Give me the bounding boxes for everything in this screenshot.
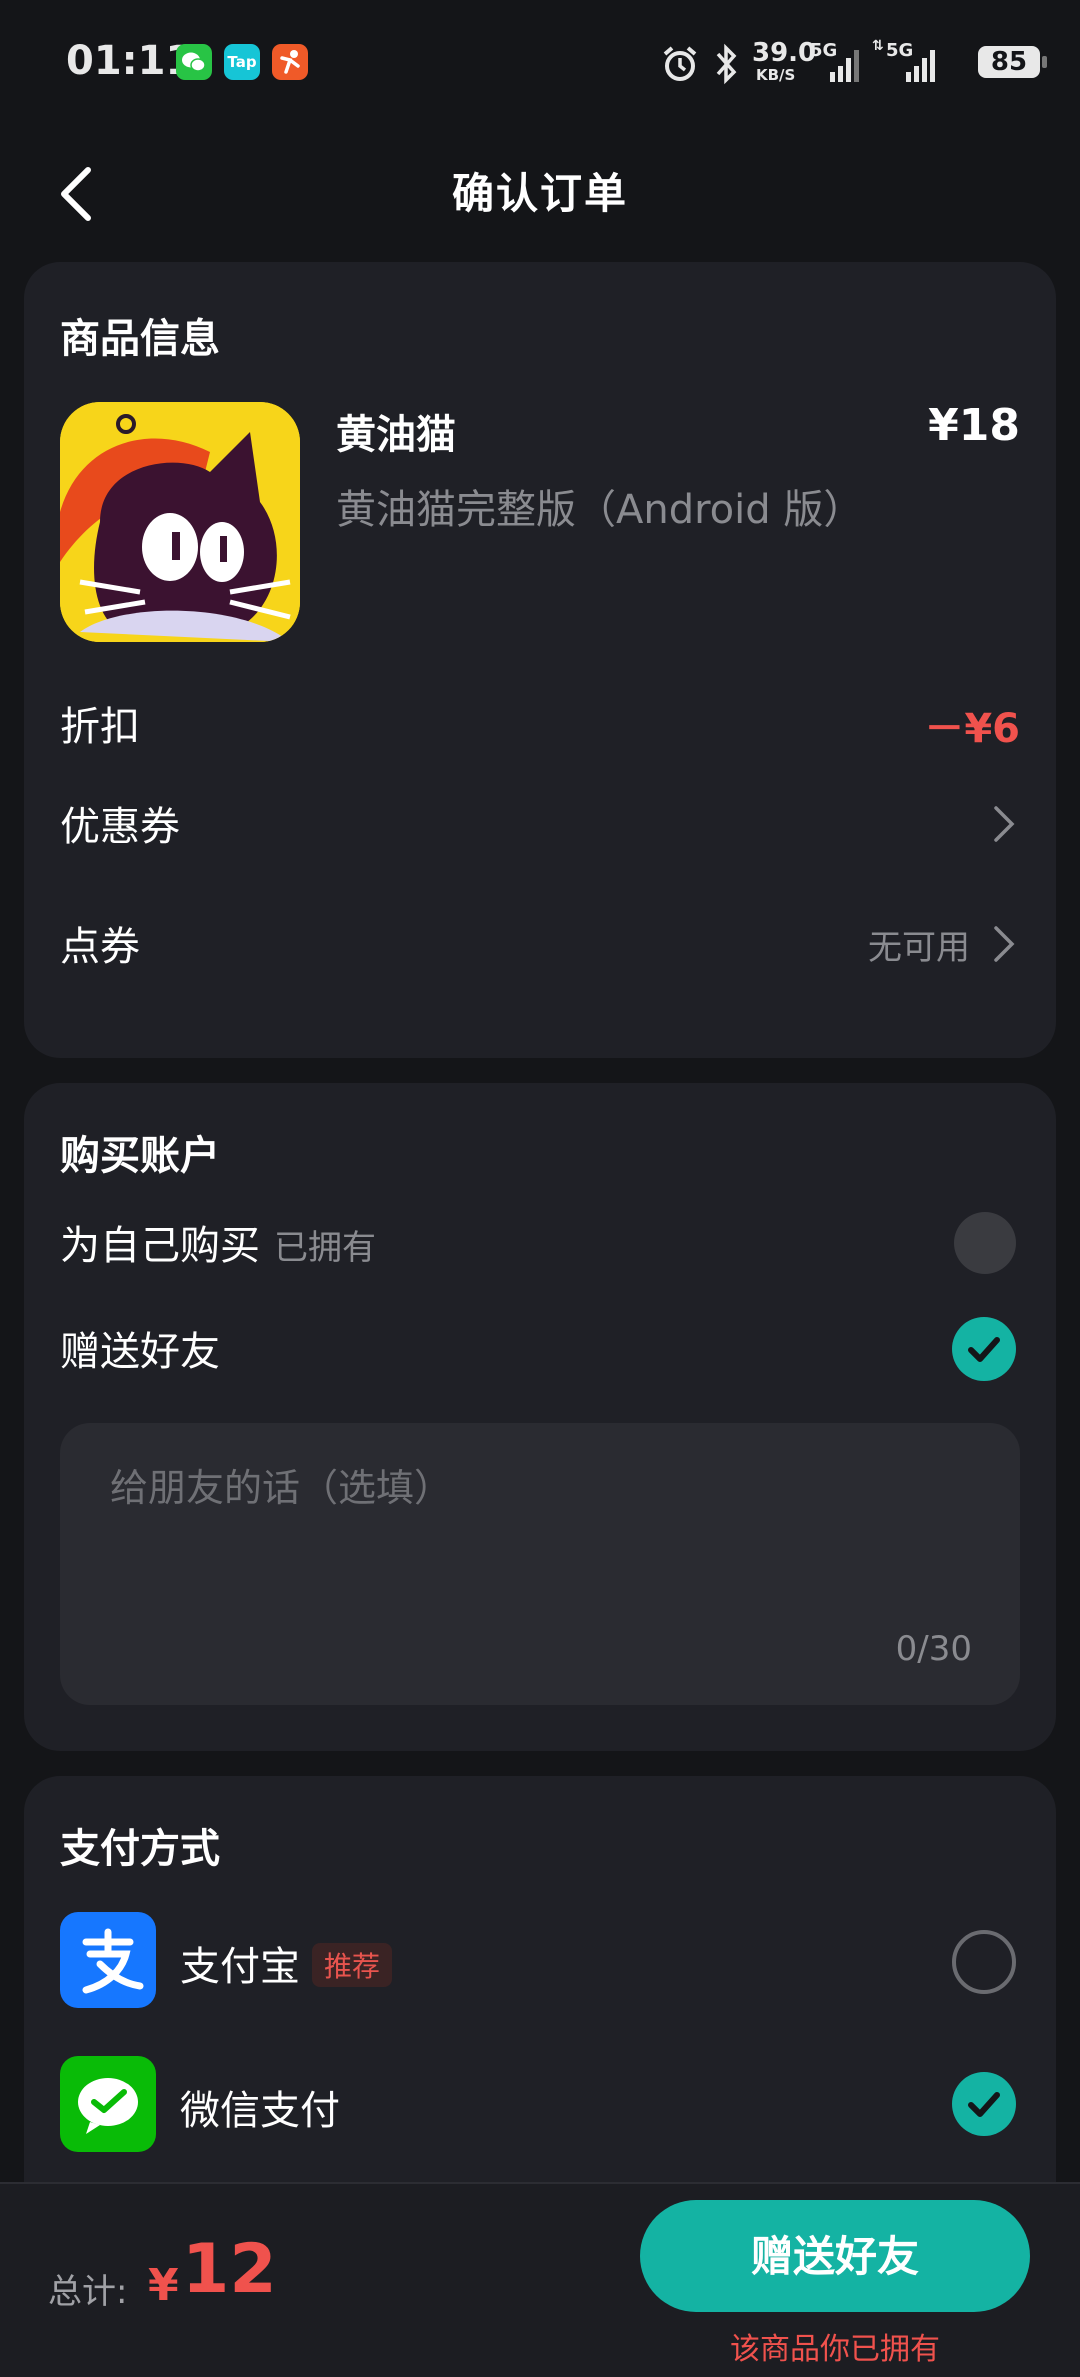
account-section-title: 购买账户 — [60, 1133, 220, 1179]
status-icons: 39.0 KB/S 5G ⇅ 5G 85 — [660, 38, 1047, 86]
gift-friend-label: 赠送好友 — [60, 1329, 220, 1375]
wechat-pay-icon — [60, 2056, 156, 2152]
product-info-card: 商品信息 黄油猫 ¥18 黄油猫完整版（Android 版） 折扣 －¥6 优惠… — [24, 262, 1056, 1058]
taptap-icon: Tap — [224, 44, 260, 80]
checkout-bar: 总计: ¥ 12 赠送好友 该商品你已拥有 — [0, 2182, 1080, 2377]
net-speed: 39.0 — [752, 38, 817, 68]
alarm-icon — [663, 46, 697, 81]
bluetooth-icon — [716, 43, 737, 85]
product-name: 黄油猫 — [336, 412, 456, 458]
wechat-pay-radio-checked[interactable] — [952, 2072, 1016, 2136]
check-icon — [968, 2092, 1000, 2117]
product-section-title: 商品信息 — [60, 316, 220, 362]
battery-indicator: 85 — [978, 46, 1047, 78]
buy-for-self-label: 为自己购买 — [60, 1223, 260, 1269]
payment-option-wechat[interactable]: 微信支付 — [24, 2056, 1056, 2156]
wechat-icon — [176, 44, 212, 80]
check-icon — [968, 1337, 1000, 1362]
gift-friend-button[interactable]: 赠送好友 — [640, 2200, 1030, 2312]
alipay-icon — [60, 1912, 156, 2008]
total-label: 总计: — [48, 2272, 128, 2312]
points-row[interactable]: 点券 无可用 — [24, 902, 1056, 982]
top-nav: 确认订单 — [0, 120, 1080, 260]
points-label: 点券 — [60, 924, 140, 970]
discount-label: 折扣 — [60, 704, 140, 750]
buy-for-self-option[interactable]: 为自己购买 已拥有 — [24, 1203, 1056, 1283]
coupon-row[interactable]: 优惠券 — [24, 782, 1056, 862]
payment-section-title: 支付方式 — [60, 1826, 220, 1872]
alipay-label: 支付宝 — [180, 1944, 300, 1990]
product-subtitle: 黄油猫完整版（Android 版） — [336, 487, 864, 533]
payment-method-card: 支付方式 支付宝 推荐 微信支付 — [24, 1776, 1056, 2236]
purchase-account-card: 购买账户 为自己购买 已拥有 赠送好友 给朋友的话（选填） 0/30 — [24, 1083, 1056, 1751]
status-time: 01:11 — [66, 38, 194, 84]
owned-tag: 已拥有 — [274, 1228, 376, 1268]
buy-for-self-radio[interactable] — [954, 1212, 1016, 1274]
chevron-right-icon — [994, 926, 1015, 962]
message-placeholder: 给朋友的话（选填） — [110, 1466, 453, 1510]
app-runner-icon — [272, 44, 308, 80]
recommended-badge: 推荐 — [312, 1943, 393, 1987]
product-app-icon — [60, 402, 300, 642]
signal-icon-2 — [906, 50, 935, 82]
wechat-pay-label: 微信支付 — [180, 2088, 340, 2134]
payment-option-alipay[interactable]: 支付宝 推荐 — [24, 1912, 1056, 2012]
coupon-label: 优惠券 — [60, 804, 180, 850]
already-owned-note: 该商品你已拥有 — [730, 2332, 940, 2367]
chevron-right-icon — [994, 806, 1015, 842]
product-price: ¥18 — [928, 400, 1020, 451]
friend-message-input[interactable]: 给朋友的话（选填） 0/30 — [60, 1423, 1020, 1705]
total-currency: ¥ — [148, 2260, 179, 2311]
gift-friend-option[interactable]: 赠送好友 — [24, 1309, 1056, 1389]
message-char-counter: 0/30 — [895, 1629, 972, 1669]
total-amount: 12 — [182, 2230, 277, 2309]
discount-value: －¥6 — [924, 706, 1020, 752]
gift-friend-radio-checked[interactable] — [952, 1317, 1016, 1381]
alipay-radio[interactable] — [952, 1930, 1016, 1994]
status-bar: 01:11 Tap 39.0 KB/S 5G ⇅ 5G 85 — [0, 0, 1080, 120]
signal-icon — [830, 50, 859, 82]
page-title: 确认订单 — [451, 169, 628, 218]
net-speed-unit: KB/S — [756, 66, 796, 84]
points-value: 无可用 — [868, 928, 970, 968]
